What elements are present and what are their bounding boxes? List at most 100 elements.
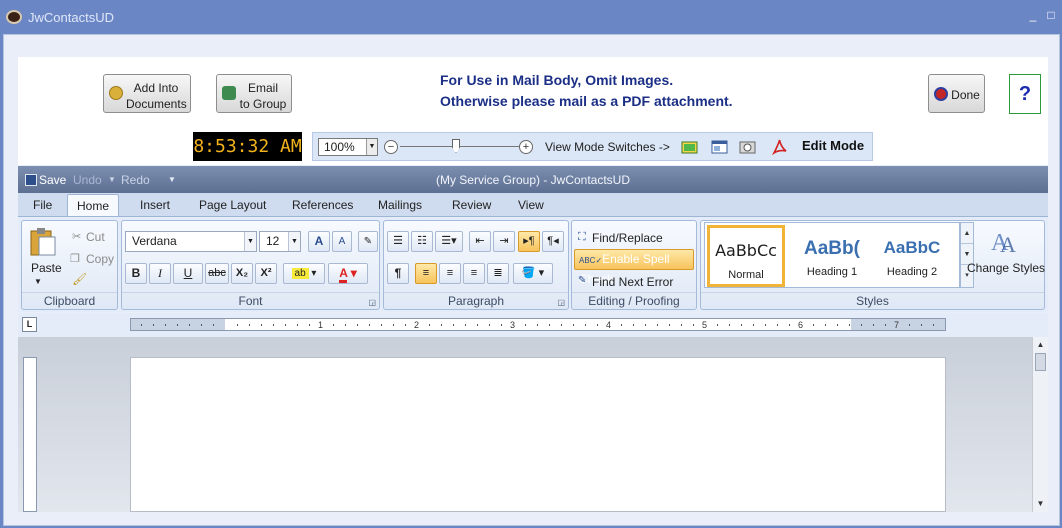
styles-scroll-up-icon[interactable]: ▲ [961, 223, 973, 244]
rtl-button[interactable]: ¶◂ [542, 231, 564, 252]
justify-button[interactable]: ≣ [487, 263, 509, 284]
undo-button[interactable]: Undo [73, 173, 102, 187]
tab-home[interactable]: Home [67, 194, 120, 217]
chevron-down-icon[interactable]: ▼ [108, 175, 116, 184]
align-left-button[interactable]: ≡ [415, 263, 437, 284]
ruler-tick [561, 324, 562, 326]
numbering-button[interactable]: ☷ [411, 231, 433, 252]
decrease-indent-button[interactable]: ⇤ [469, 231, 491, 252]
highlight-button[interactable]: ab ▾ [283, 263, 325, 284]
tab-mailings[interactable]: Mailings [378, 198, 422, 212]
redo-button[interactable]: Redo [121, 173, 150, 187]
web-layout-icon[interactable] [711, 139, 728, 155]
scroll-thumb[interactable] [1035, 353, 1046, 371]
save-button[interactable]: Save [39, 173, 66, 187]
chevron-down-icon[interactable]: ▼ [244, 232, 256, 251]
zoom-in-button[interactable]: + [519, 140, 533, 154]
help-button[interactable]: ? [1009, 74, 1041, 114]
ltr-button[interactable]: ▸¶ [518, 231, 540, 252]
vertical-ruler[interactable] [23, 357, 37, 512]
horizontal-ruler[interactable]: 1 2 3 4 5 6 7 [130, 318, 946, 331]
scroll-down-icon[interactable]: ▼ [1033, 497, 1048, 511]
tab-review[interactable]: Review [452, 198, 491, 212]
add-into-documents-button[interactable]: Add Into Documents [103, 74, 191, 113]
chevron-down-icon[interactable]: ▼ [34, 277, 42, 286]
align-center-button[interactable]: ≡ [439, 263, 461, 284]
multilevel-list-button[interactable]: ☰▾ [435, 231, 463, 252]
cut-button[interactable]: Cut [86, 230, 105, 244]
document-workspace: ▲ ▼ [18, 337, 1048, 512]
app-icon [6, 10, 22, 24]
ruler-tick [429, 324, 430, 326]
font-family-select[interactable]: Verdana ▼ [125, 231, 257, 252]
find-next-error-button[interactable]: Find Next Error [592, 275, 673, 289]
ruler-row: L 1 2 3 4 5 6 7 [18, 313, 1048, 337]
paste-icon[interactable] [29, 227, 57, 257]
superscript-button[interactable]: X² [255, 263, 277, 284]
read-mode-icon[interactable] [739, 139, 756, 155]
chevron-down-icon[interactable]: ▼ [366, 139, 377, 155]
tab-insert[interactable]: Insert [140, 198, 170, 212]
tab-file[interactable]: File [33, 198, 52, 212]
zoom-out-button[interactable]: − [384, 140, 398, 154]
clear-format-button[interactable]: ✎ [358, 231, 378, 252]
ruler-tick [477, 324, 478, 326]
ruler-tick [285, 324, 286, 326]
chevron-down-icon[interactable]: ▼ [288, 232, 300, 251]
ruler-tick [657, 324, 658, 326]
style-heading-1[interactable]: AaBb( Heading 1 [793, 225, 871, 287]
vertical-scrollbar[interactable]: ▲ ▼ [1032, 337, 1048, 512]
dialog-launcher-icon[interactable]: ◲ [368, 298, 376, 307]
minimize-button[interactable]: _ [1026, 8, 1040, 22]
enable-spell-check-button[interactable]: ABC✓Enable Spell Check [574, 249, 694, 286]
ruler-tick [297, 324, 298, 326]
tab-view[interactable]: View [518, 198, 544, 212]
zoom-slider-track[interactable] [400, 146, 520, 147]
tab-page-layout[interactable]: Page Layout [199, 198, 266, 212]
grow-font-button[interactable]: A [308, 231, 330, 252]
document-page[interactable] [130, 357, 946, 512]
email-to-group-button[interactable]: Email to Group [216, 74, 292, 113]
svg-text:A: A [1000, 232, 1016, 254]
strikethrough-button[interactable]: abc [205, 263, 229, 284]
zoom-select[interactable]: 100% ▼ [318, 138, 378, 156]
italic-button[interactable]: I [149, 263, 171, 284]
font-group: Verdana ▼ 12 ▼ A A ✎ B I U abc X₂ X² ab … [121, 220, 380, 310]
subscript-button[interactable]: X₂ [231, 263, 253, 284]
align-right-button[interactable]: ≡ [463, 263, 485, 284]
print-layout-icon[interactable] [681, 139, 698, 155]
change-styles-button[interactable]: Change Styles [967, 261, 1045, 275]
copy-button[interactable]: Copy [86, 252, 114, 266]
ruler-tick [537, 324, 538, 326]
format-painter-icon[interactable]: 🖌 [72, 272, 87, 286]
binoculars-icon: ⛶ [578, 231, 586, 243]
show-marks-button[interactable]: ¶ [387, 263, 409, 284]
style-normal[interactable]: AaBbCc Normal [707, 225, 785, 287]
zoom-slider-thumb[interactable] [452, 139, 460, 153]
bold-button[interactable]: B [125, 263, 147, 284]
shrink-font-button[interactable]: A [332, 231, 352, 252]
ruler-tick [633, 324, 634, 326]
editing-proofing-group-label: Editing / Proofing [588, 294, 680, 308]
increase-indent-button[interactable]: ⇥ [493, 231, 515, 252]
find-replace-button[interactable]: Find/Replace [592, 231, 663, 245]
paragraph-group-label: Paragraph [447, 294, 505, 308]
maximize-button[interactable]: □ [1044, 8, 1058, 22]
font-color-button[interactable]: A ▾ [328, 263, 368, 284]
font-group-label: Font [238, 294, 263, 308]
done-button[interactable]: Done [928, 74, 985, 113]
pdf-icon[interactable] [771, 139, 788, 155]
tab-selector[interactable]: L [22, 317, 37, 332]
style-heading-2[interactable]: AaBbC Heading 2 [873, 225, 951, 287]
underline-button[interactable]: U [173, 263, 203, 284]
customize-qat-icon[interactable]: ▼ [168, 175, 176, 184]
shading-button[interactable]: 🪣 ▾ [513, 263, 553, 284]
ruler-tick [465, 324, 466, 326]
font-size-select[interactable]: 12 ▼ [259, 231, 301, 252]
scroll-up-icon[interactable]: ▲ [1033, 338, 1048, 352]
bullets-button[interactable]: ☰ [387, 231, 409, 252]
tab-references[interactable]: References [292, 198, 353, 212]
paste-button[interactable]: Paste [31, 261, 62, 275]
ruler-tick [921, 324, 922, 326]
dialog-launcher-icon[interactable]: ◲ [557, 298, 565, 307]
